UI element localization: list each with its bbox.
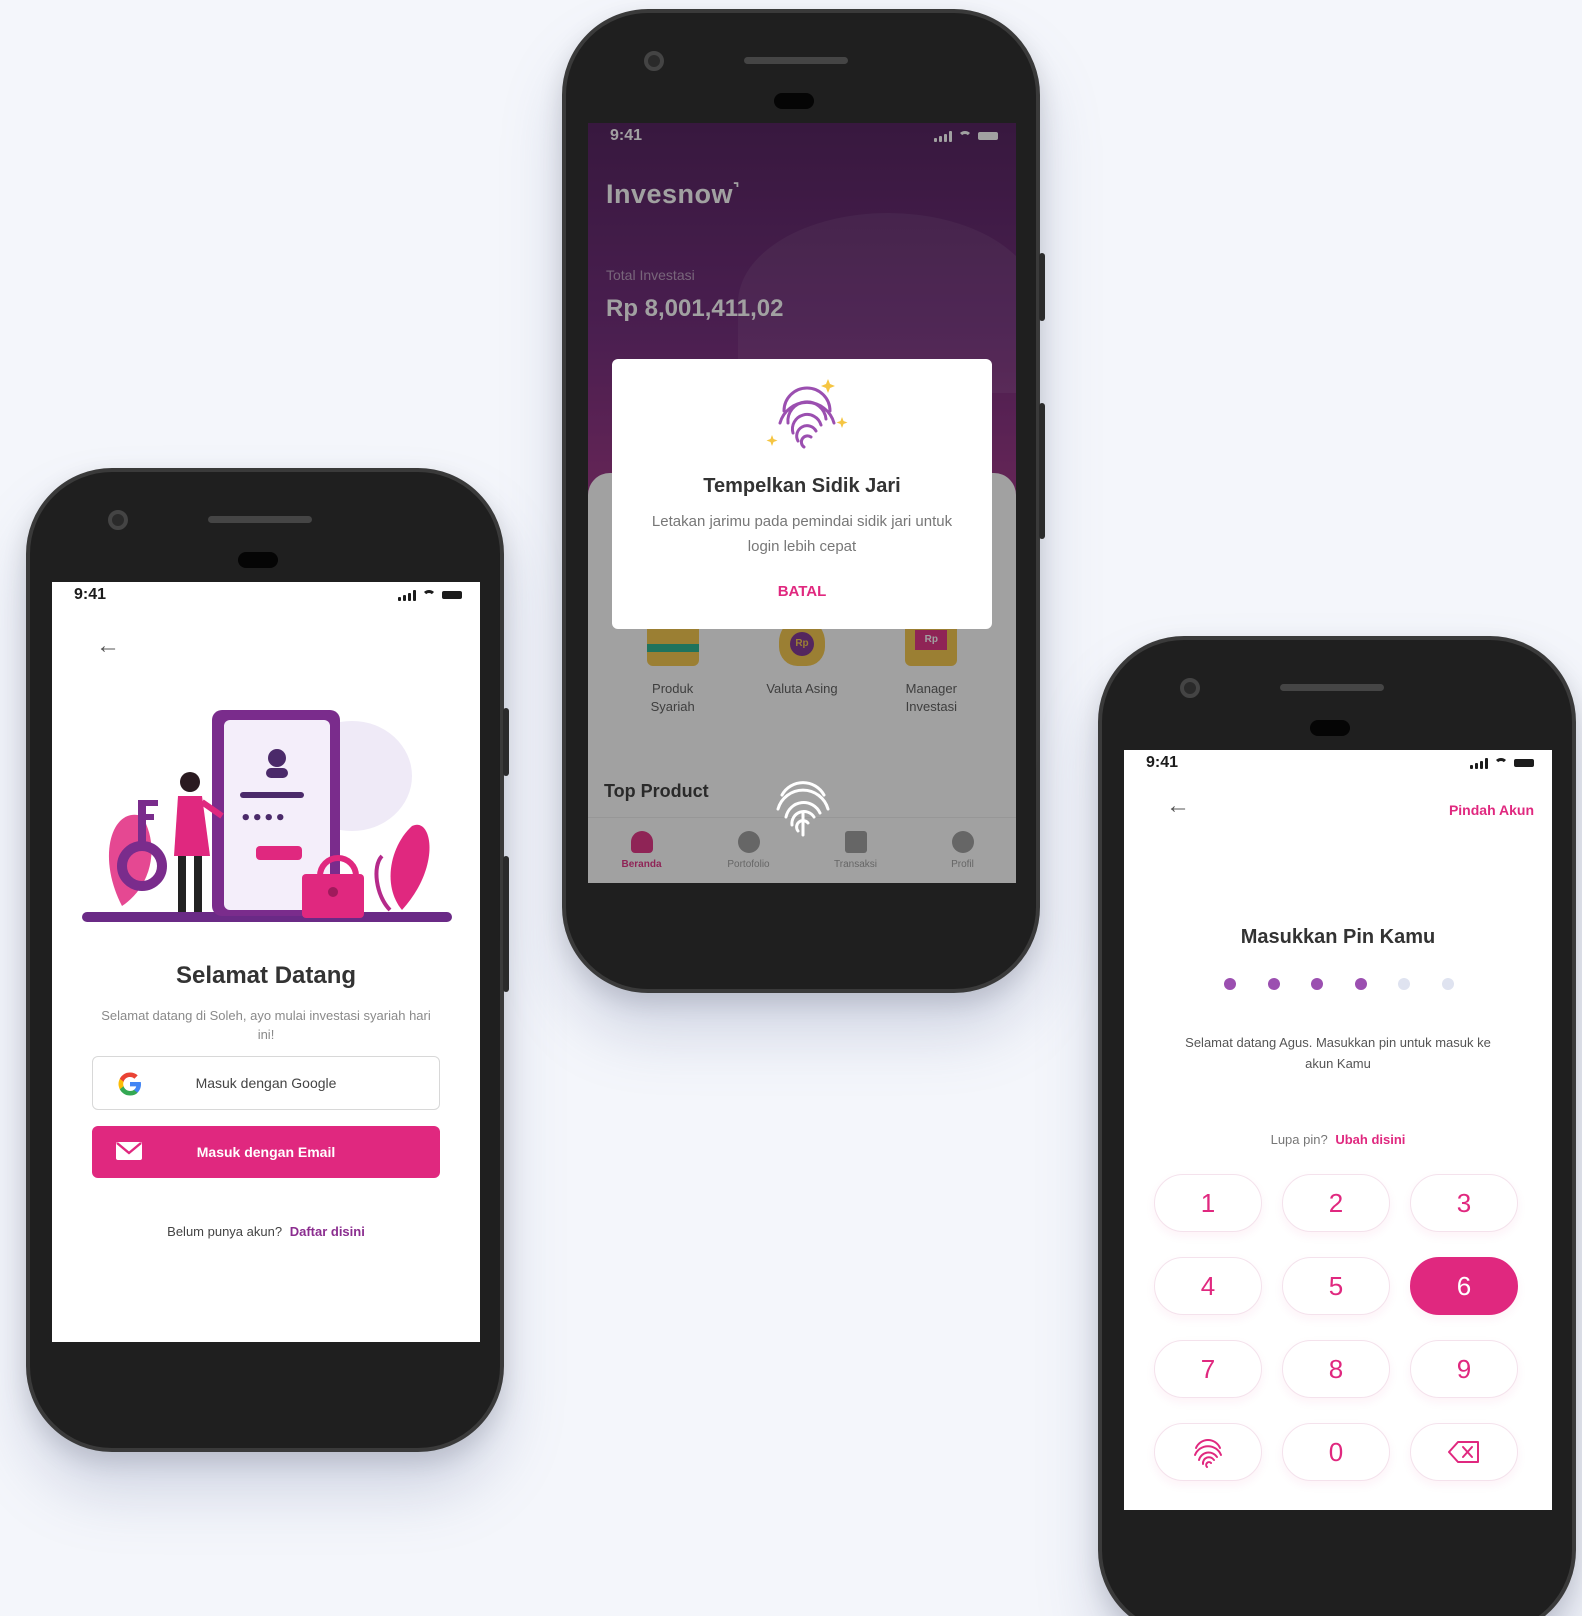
password-dots: ••••: [240, 808, 286, 829]
dialog-subtitle: Letakan jarimu pada pemindai sidik jari …: [651, 513, 953, 555]
phone-pin: 9:41 ← Pindah Akun Masukkan Pin Kamu Sel…: [1098, 636, 1576, 1616]
wifi-icon: [422, 590, 436, 600]
pin-screen: 9:41 ← Pindah Akun Masukkan Pin Kamu Sel…: [1124, 750, 1552, 1510]
key-3[interactable]: 3: [1410, 1174, 1518, 1232]
signal-icon: [1470, 757, 1488, 769]
pin-subtitle: Selamat datang Agus. Masukkan pin untuk …: [1185, 1035, 1491, 1071]
earpiece-speaker: [1280, 684, 1384, 691]
google-login-button[interactable]: Masuk dengan Google: [92, 1056, 440, 1110]
pin-indicator: [1224, 978, 1454, 990]
wifi-icon: [1494, 758, 1508, 768]
front-camera: [644, 51, 664, 71]
back-arrow-icon[interactable]: ←: [1166, 794, 1190, 818]
key-4[interactable]: 4: [1154, 1257, 1262, 1315]
fingerprint-sensor-icon[interactable]: [774, 773, 832, 837]
fingerprint-icon: [766, 379, 848, 449]
mail-icon: [116, 1142, 142, 1160]
email-login-button[interactable]: Masuk dengan Email: [92, 1126, 440, 1178]
signal-icon: [398, 589, 416, 601]
status-time: 9:41: [1146, 754, 1179, 771]
register-prompt: Belum punya akun?: [167, 1224, 283, 1239]
front-camera: [108, 510, 128, 530]
key-0[interactable]: 0: [1282, 1423, 1390, 1481]
fingerprint-icon: [1194, 1439, 1222, 1468]
proximity-sensor: [1310, 720, 1350, 736]
front-camera: [1180, 678, 1200, 698]
back-arrow-icon[interactable]: ←: [96, 634, 120, 658]
key-5[interactable]: 5: [1282, 1257, 1390, 1315]
battery-icon: [1514, 759, 1534, 767]
pin-dot: [1398, 978, 1411, 990]
proximity-sensor: [238, 552, 278, 568]
status-bar: 9:41: [52, 582, 480, 608]
dashboard-screen: 9:41 Invesnow⌝ Total Investasi Rp 8,001,…: [588, 123, 1016, 883]
pin-keypad: 1 2 3 4 5 6 7 8 9 0: [1154, 1174, 1518, 1481]
power-button: [1039, 253, 1045, 321]
backspace-icon: [1448, 1441, 1479, 1463]
fingerprint-key[interactable]: [1154, 1423, 1262, 1481]
register-link[interactable]: Daftar disini: [290, 1224, 365, 1239]
phone-fingerprint: 9:41 Invesnow⌝ Total Investasi Rp 8,001,…: [562, 9, 1045, 993]
earpiece-speaker: [744, 57, 848, 64]
pin-title: Masukkan Pin Kamu: [1240, 926, 1436, 948]
pin-dot: [1224, 978, 1236, 990]
register-row: Belum punya akun? Daftar disini: [52, 1224, 480, 1239]
email-button-label: Masuk dengan Email: [196, 1144, 336, 1160]
switch-account-link[interactable]: Pindah Akun: [1449, 802, 1534, 818]
fingerprint-dialog: Tempelkan Sidik Jari Letakan jarimu pada…: [612, 359, 992, 629]
cancel-button[interactable]: BATAL: [612, 583, 992, 600]
proximity-sensor: [774, 93, 814, 109]
key-8[interactable]: 8: [1282, 1340, 1390, 1398]
pin-dot: [1267, 978, 1280, 990]
power-button: [503, 708, 509, 776]
forgot-pin-row: Lupa pin? Ubah disini: [1124, 1132, 1552, 1147]
pin-dot: [1441, 978, 1454, 990]
dialog-title: Tempelkan Sidik Jari: [703, 475, 901, 497]
phone-welcome: 9:41 ← •••• Selamat Datang Selamat datan…: [26, 468, 509, 1452]
key-1[interactable]: 1: [1154, 1174, 1262, 1232]
status-time: 9:41: [74, 586, 107, 603]
change-pin-link[interactable]: Ubah disini: [1335, 1132, 1405, 1147]
volume-button: [1039, 403, 1045, 539]
volume-button: [503, 856, 509, 992]
forgot-pin-prompt: Lupa pin?: [1270, 1132, 1328, 1147]
google-icon: [118, 1072, 141, 1096]
earpiece-speaker: [208, 516, 312, 523]
status-bar: 9:41: [1124, 750, 1552, 776]
welcome-subtitle: Selamat datang di Soleh, ayo mulai inves…: [101, 1008, 431, 1042]
welcome-title: Selamat Datang: [175, 962, 357, 989]
pin-dot: [1311, 978, 1324, 990]
key-7[interactable]: 7: [1154, 1340, 1262, 1398]
google-button-label: Masuk dengan Google: [195, 1075, 337, 1091]
key-2[interactable]: 2: [1282, 1174, 1390, 1232]
battery-icon: [442, 591, 462, 599]
login-illustration: ••••: [82, 710, 452, 922]
key-9[interactable]: 9: [1410, 1340, 1518, 1398]
welcome-screen: 9:41 ← •••• Selamat Datang Selamat datan…: [52, 582, 480, 1342]
pin-dot: [1354, 978, 1367, 990]
key-6[interactable]: 6: [1410, 1257, 1518, 1315]
backspace-key[interactable]: [1410, 1423, 1518, 1481]
